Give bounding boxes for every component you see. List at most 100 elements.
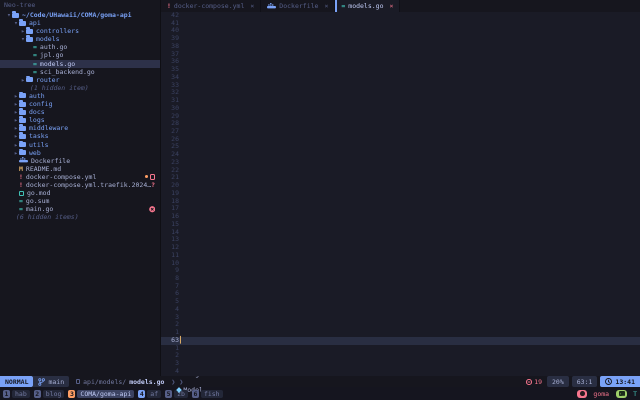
tree-item-middleware[interactable]: ▸ middleware [0,124,160,132]
tmux-window-index: 2 [33,389,41,398]
tree-item-api[interactable]: ▾ api [0,19,160,27]
tree-item-controllers[interactable]: ▸ controllers [0,27,160,35]
code-line[interactable]: 7 [161,282,640,291]
code-line[interactable]: 36 [161,58,640,66]
tmux-window-4[interactable]: 4 af [138,389,162,398]
tree-item-label: Dockerfile [31,156,71,165]
tab-dockerfile[interactable]: Dockerfile × [261,0,336,12]
code-line[interactable]: 3 [161,313,640,322]
code-line[interactable]: 8 [161,274,640,283]
sign-column [179,167,185,175]
tree-item-router[interactable]: ▸ router [0,76,160,84]
code-line[interactable]: 40 [161,27,640,35]
breadcrumb-separator: ❯ [179,377,184,386]
code-editor[interactable]: 42 41 40 39 38 37 36 35 34 33 32 31 30 29 28 27 26 25 24 23… [161,12,640,376]
tree-item--6-hidden-items-[interactable]: (6 hidden items) [0,213,160,221]
code-line[interactable]: 1 [161,344,640,353]
sign-column [179,27,185,35]
code-line[interactable]: 15 [161,220,640,229]
tabbar-fill [400,0,640,12]
tmux-window-index: 5 [165,389,173,398]
code-line[interactable]: 12 [161,243,640,252]
code-line[interactable]: 10 [161,259,640,268]
code-line[interactable]: 26 [161,135,640,144]
go-file-icon: = [19,205,23,214]
tab-close-icon[interactable]: × [250,2,254,10]
code-line[interactable]: 41 [161,19,640,28]
tree-item-models-go[interactable]: = models.go [0,59,160,68]
code-line[interactable]: 24 [161,150,640,159]
code-line[interactable]: 4 [161,305,640,314]
tree-item--code-uhawaii-coma-goma-api[interactable]: ▾ ~/Code/UHawaii/COMA/goma-api [0,11,160,19]
tree-item-label: docs [29,108,45,117]
tree-item-go-mod[interactable]: go.mod [0,189,160,197]
code-line[interactable]: 1 [161,328,640,337]
code-line[interactable]: 4 [161,367,640,376]
tmux-window-3[interactable]: 3 COMA/goma-api [68,389,135,398]
tree-item-auth[interactable]: ▸ auth [0,92,160,100]
tree-item-docker-compose-yml-traefik-2024-[interactable]: ! docker-compose.yml.traefik.2024…? [0,181,160,189]
tmux-window-1[interactable]: 1 hab [3,389,30,398]
code-line[interactable]: 22 [161,166,640,175]
code-line[interactable]: 27 [161,127,640,136]
code-line[interactable]: 30 [161,104,640,113]
code-line[interactable]: 32 [161,89,640,97]
code-line[interactable]: 35 [161,65,640,74]
code-line[interactable]: 31 [161,96,640,105]
tab-label: models.go [348,2,384,10]
code-line[interactable]: 42 [161,12,640,20]
tab-close-icon[interactable]: × [324,2,328,10]
tab-models-go[interactable]: = models.go × [335,0,401,12]
code-line[interactable]: 20 [161,181,640,190]
tree-item-go-sum[interactable]: = go.sum [0,197,160,205]
code-line[interactable]: 2 [161,352,640,360]
tree-item-label: (1 hidden item) [30,83,89,92]
code-line[interactable]: 33 [161,81,640,90]
tree-item-jpl-go[interactable]: = jpl.go [0,51,160,59]
tree-item-utils[interactable]: ▸ utils [0,141,160,149]
tab-docker-compose-yml[interactable]: ! docker-compose.yml × [161,0,262,12]
code-line[interactable]: 2 [161,321,640,329]
sign-column [179,252,185,260]
code-line[interactable]: 5 [161,297,640,306]
tmux-window-2[interactable]: 2 blog [33,389,65,398]
code-line[interactable]: 37 [161,50,640,59]
tree-item-readme-md[interactable]: M README.md [0,165,160,173]
code-line[interactable]: 16 [161,212,640,221]
code-line[interactable]: 3 [161,359,640,368]
tree-item-docs[interactable]: ▸ docs [0,108,160,116]
code-line[interactable]: 28 [161,120,640,128]
code-line[interactable]: 21 [161,174,640,182]
tree-item-sci-backend-go[interactable]: = sci_backend.go [0,68,160,76]
code-line[interactable]: 19 [161,189,640,198]
tree-item-dockerfile[interactable]: Dockerfile [0,157,160,165]
code-line[interactable]: 38 [161,42,640,51]
code-line[interactable]: 29 [161,112,640,121]
tree-item-models[interactable]: ▾ models [0,35,160,43]
modified-dot-icon [144,175,148,179]
tab-close-icon[interactable]: × [390,2,394,10]
code-line[interactable]: 25 [161,143,640,151]
tree-item-docker-compose-yml[interactable]: ! docker-compose.yml [0,173,160,181]
code-line[interactable]: 9 [161,266,640,275]
tree-item-logs[interactable]: ▸ logs [0,116,160,124]
code-line[interactable]: 39 [161,34,640,43]
code-line[interactable]: 17 [161,205,640,213]
code-line[interactable]: 34 [161,73,640,82]
tree-item-tasks[interactable]: ▸ tasks [0,132,160,140]
neotree-panel: Neo-tree ▾ ~/Code/UHawaii/COMA/goma-api ▾ a… [0,0,161,376]
tree-item-web[interactable]: ▸ web [0,149,160,157]
code-line[interactable]: 6 [161,290,640,298]
tree-item-main-go[interactable]: = main.go [0,205,160,213]
code-line[interactable]: 18 [161,197,640,206]
tree-item-label: controllers [36,27,80,36]
tree-item--1-hidden-item-[interactable]: (1 hidden item) [0,84,160,92]
tree-item-auth-go[interactable]: = auth.go [0,43,160,51]
code-line[interactable]: 14 [161,228,640,237]
tmux-window-6[interactable]: 6 fish [191,389,223,398]
code-line[interactable]: 23 [161,158,640,167]
code-line[interactable]: 11 [161,251,640,260]
code-line[interactable]: 63 ▎ [161,336,640,345]
tree-item-config[interactable]: ▸ config [0,100,160,108]
code-line[interactable]: 13 [161,236,640,244]
